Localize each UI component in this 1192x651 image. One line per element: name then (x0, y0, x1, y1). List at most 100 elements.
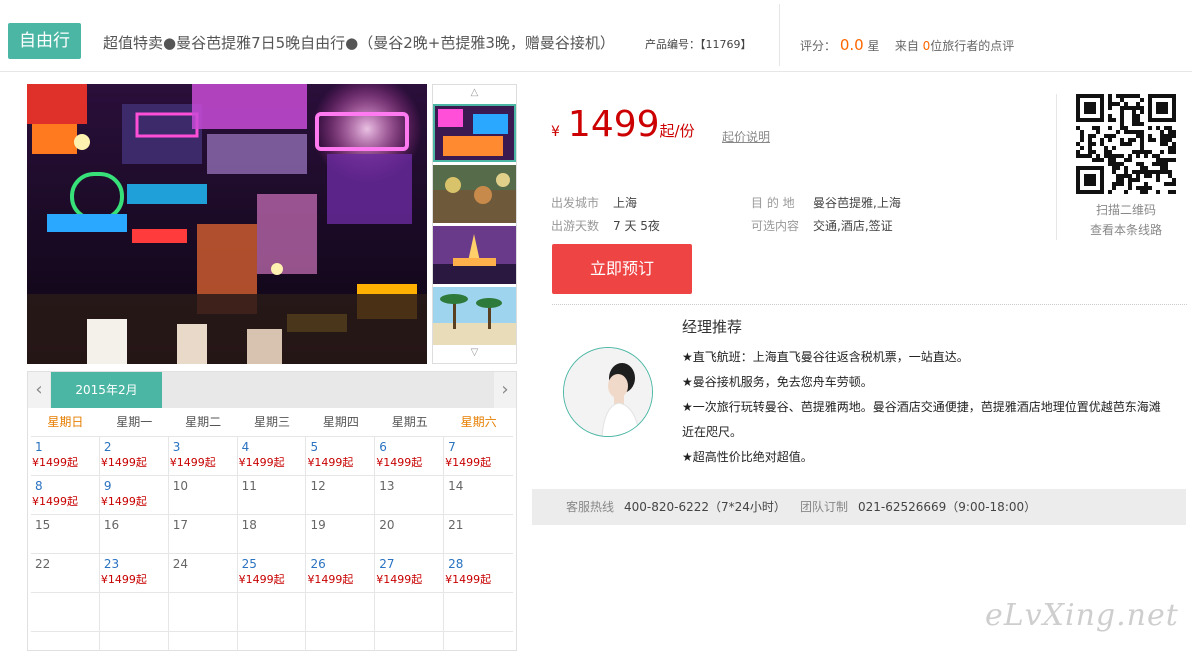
rating-label: 评分： (800, 39, 837, 53)
optional-items-value: 交通,酒店,签证 (813, 219, 893, 233)
calendar-day-cell (31, 632, 100, 651)
calendar-day-number (169, 593, 237, 596)
rating: 评分： 0.0 星 来自 0位旅行者的点评 (800, 36, 1014, 54)
thumbnail-neon-street[interactable] (433, 104, 516, 162)
depart-city: 出发城市 上海 (551, 194, 637, 211)
calendar-day-price: ¥1499起 (376, 573, 423, 586)
thumbnail-floating-market[interactable] (433, 165, 516, 223)
weekday-label: 星期二 (168, 408, 238, 437)
service-hotline-value: 400-820-6222（7*24小时） (624, 500, 786, 514)
calendar-day-cell[interactable]: 23 ¥1499起 (99, 554, 169, 593)
thumbnail-strip: △ ▽ (432, 84, 517, 364)
destination-value: 曼谷芭提雅,上海 (813, 196, 901, 210)
calendar-day-cell: 22 (31, 554, 100, 593)
divider (552, 304, 1187, 305)
calendar-day-number: 19 (310, 518, 326, 532)
calendar-day-cell (99, 593, 169, 632)
calendar-day-cell: 24 (168, 554, 238, 593)
calendar-day-cell (237, 593, 307, 632)
calendar-day-cell[interactable]: 28 ¥1499起 (444, 554, 514, 593)
calendar-day-cell (306, 632, 376, 651)
calendar-day-cell[interactable]: 2 ¥1499起 (99, 437, 169, 476)
calendar-day-cell[interactable]: 25 ¥1499起 (237, 554, 307, 593)
calendar-day-price: ¥1499起 (32, 495, 78, 508)
calendar-day-cell: 15 (31, 515, 100, 554)
calendar-day-cell[interactable]: 1 ¥1499起 (31, 437, 100, 476)
weekday-row: 星期日 星期一 星期二 星期三 星期四 星期五 星期六 (31, 408, 514, 437)
calendar-day-number: 27 (379, 557, 395, 571)
product-number-label: 产品编号： (645, 38, 700, 51)
recommend-point: ★直飞航班：上海直飞曼谷往返含税机票，一站直达。 (682, 350, 969, 364)
price-explanation-link[interactable]: 起价说明 (722, 128, 770, 145)
calendar-day-number: 1 (35, 440, 43, 454)
qr-caption-line1: 扫描二维码 (1095, 203, 1156, 217)
weekday-label: 星期日 (31, 408, 100, 437)
depart-city-value: 上海 (613, 196, 638, 210)
calendar-day-cell[interactable]: 5 ¥1499起 (306, 437, 376, 476)
chevron-down-icon[interactable]: ▽ (433, 345, 516, 361)
calendar-day-cell (306, 593, 376, 632)
depart-city-label: 出发城市 (551, 196, 600, 210)
calendar-day-number: 24 (172, 557, 188, 571)
calendar-day-cell (444, 593, 514, 632)
thumbnail-beach[interactable] (433, 287, 516, 345)
calendar-day-cell: 13 (375, 476, 445, 515)
calendar-day-number (444, 632, 513, 635)
calendar-day-number (238, 593, 306, 596)
calendar-day-number (306, 593, 374, 596)
weekday-label: 星期五 (375, 408, 445, 437)
calendar-month-tab[interactable]: 2015年2月 (51, 372, 162, 408)
calendar-day-cell[interactable]: 6 ¥1499起 (375, 437, 445, 476)
calendar-day-cell: 19 (306, 515, 376, 554)
calendar-day-number: 17 (172, 518, 188, 532)
recommend-point: ★超高性价比绝对超值。 (682, 450, 813, 464)
calendar-day-cell: 10 (168, 476, 238, 515)
calendar-day-cell: 14 (444, 476, 514, 515)
calendar-day-price: ¥1499起 (100, 573, 147, 586)
calendar-day-cell[interactable]: 4 ¥1499起 (237, 437, 307, 476)
calendar-day-cell: 17 (168, 515, 238, 554)
calendar-day-cell[interactable]: 26 ¥1499起 (306, 554, 376, 593)
calendar-day-cell[interactable]: 9 ¥1499起 (99, 476, 169, 515)
calendar-day-number (306, 632, 374, 635)
calendar-day-number: 8 (35, 479, 43, 493)
header-divider (779, 4, 780, 66)
thumbnail-temple[interactable] (433, 226, 516, 284)
watermark-logo: eLvXing.net (985, 598, 1179, 633)
calendar-day-cell[interactable]: 3 ¥1499起 (168, 437, 238, 476)
calendar-day-number: 25 (241, 557, 257, 571)
chevron-up-icon[interactable]: △ (433, 85, 516, 101)
calendar-day-number (100, 632, 168, 635)
calendar-day-price: ¥1499起 (238, 456, 285, 469)
optional-items-label: 可选内容 (751, 219, 800, 233)
manager-avatar (563, 347, 653, 437)
calendar-day-cell: 11 (237, 476, 307, 515)
price-unit: 起/份 (659, 122, 695, 140)
calendar-day-price: ¥1499起 (307, 456, 354, 469)
calendar-day-number: 5 (310, 440, 319, 454)
service-hotline-label: 客服热线 (566, 500, 615, 514)
product-number-value: 【11769】 (700, 38, 752, 51)
calendar-day-number: 13 (379, 479, 395, 493)
calendar-day-cell[interactable]: 8 ¥1499起 (31, 476, 100, 515)
calendar-day-price: ¥1499起 (445, 456, 492, 469)
calendar-day-number (375, 632, 443, 635)
calendar-week-row: 1 ¥1499起 2 ¥1499起 3 ¥1499起 4 ¥1499起 5 ¥1499起 6 ¥149… (31, 437, 514, 476)
calendar-day-cell[interactable]: 27 ¥1499起 (375, 554, 445, 593)
group-custom-label: 团队订制 (799, 500, 848, 514)
calendar-day-cell[interactable]: 7 ¥1499起 (444, 437, 514, 476)
prev-month-button[interactable]: ‹ (28, 372, 50, 408)
calendar-day-number: 4 (241, 440, 250, 454)
calendar-grid: 星期日 星期一 星期二 星期三 星期四 星期五 星期六 1 ¥1499起 2 ¥149… (31, 408, 514, 651)
weekday-label: 星期一 (99, 408, 169, 437)
calendar-day-price: ¥1499起 (100, 456, 147, 469)
next-month-button[interactable]: › (494, 372, 516, 408)
calendar-day-number: 22 (35, 557, 51, 571)
hotline-bar: 客服热线 400-820-6222（7*24小时） 团队订制 021-62526669… (532, 489, 1186, 525)
calendar-day-cell (238, 632, 307, 651)
book-now-button[interactable]: 立即预订 (552, 244, 692, 294)
calendar-week-row (31, 632, 513, 651)
calendar-day-number: 14 (448, 479, 464, 493)
calendar-day-number: 7 (448, 440, 456, 454)
destination-label: 目 的 地 (751, 196, 795, 210)
